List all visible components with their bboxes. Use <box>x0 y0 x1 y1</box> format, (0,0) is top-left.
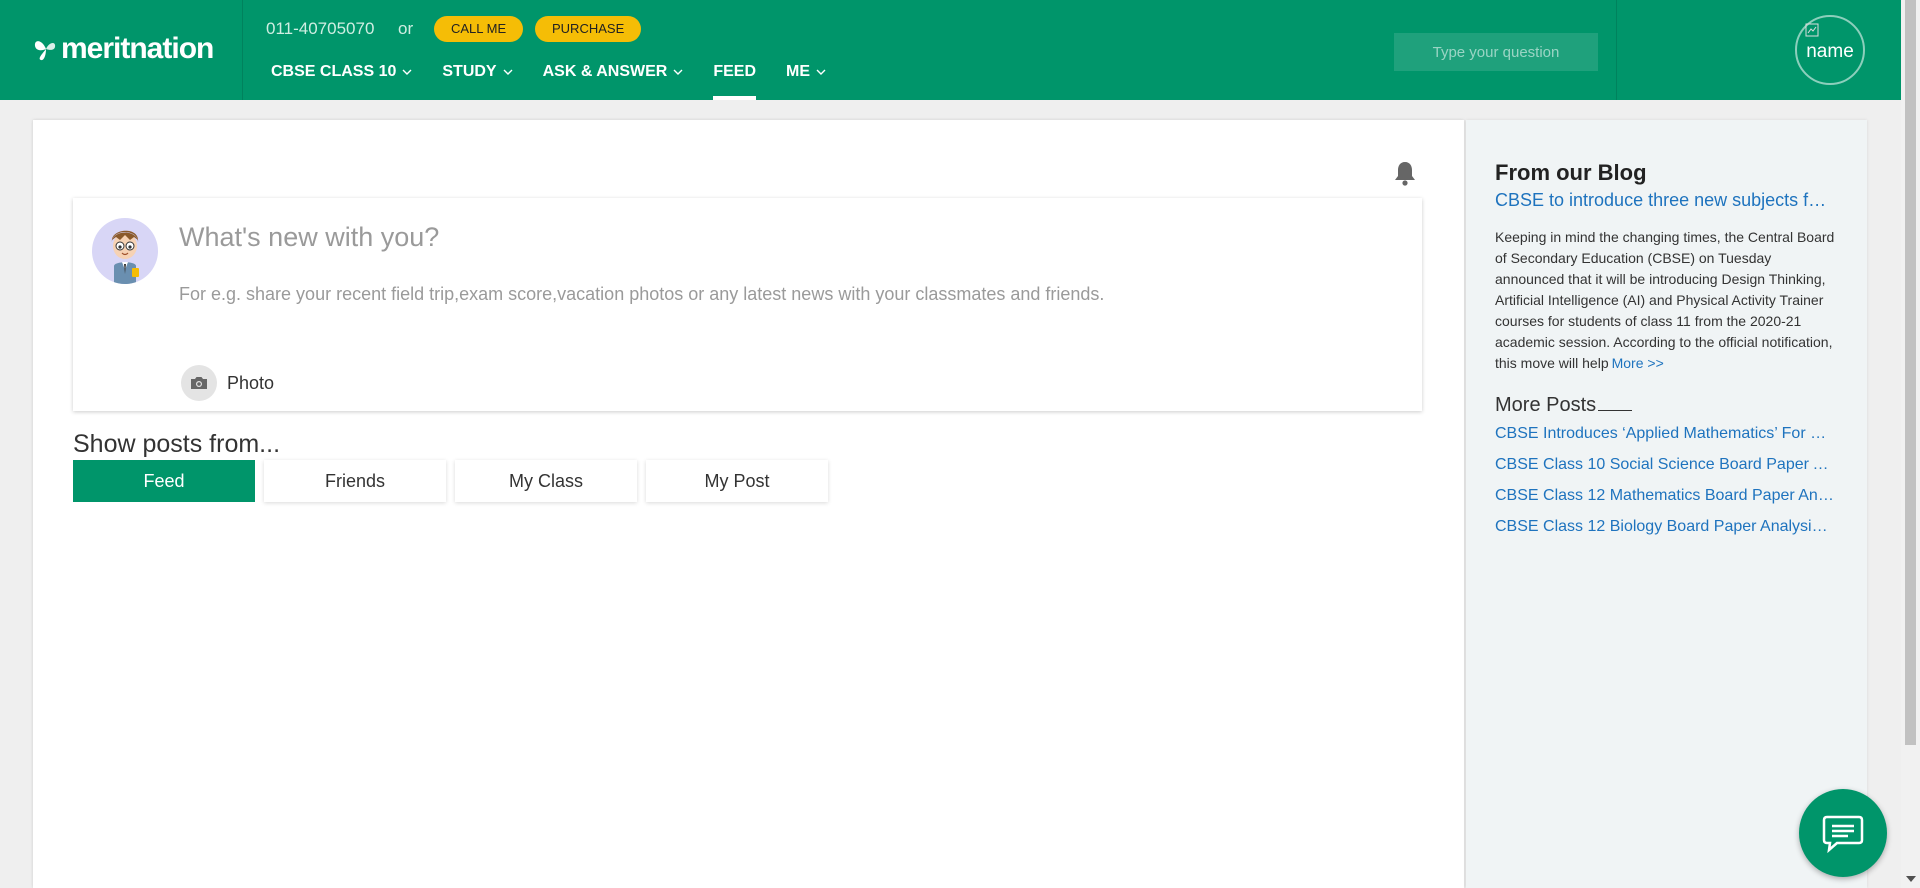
post-composer[interactable]: What's new with you? For e.g. share your… <box>73 198 1422 411</box>
composer-hint[interactable]: For e.g. share your recent field trip,ex… <box>179 284 1104 305</box>
chevron-down-icon <box>673 69 683 75</box>
feed-panel: What's new with you? For e.g. share your… <box>33 120 1464 888</box>
header-divider <box>1616 0 1617 100</box>
meritnation-logo[interactable]: meritnation <box>32 32 214 66</box>
student-avatar <box>92 218 158 284</box>
show-posts-heading: Show posts from... <box>73 430 281 458</box>
nav-label: FEED <box>713 63 757 80</box>
bell-icon[interactable] <box>1393 160 1417 186</box>
scrollbar-thumb[interactable] <box>1905 0 1916 745</box>
chevron-down-icon <box>816 69 826 75</box>
butterfly-icon <box>34 41 56 61</box>
nav-label: ME <box>786 63 811 80</box>
chevron-down-icon <box>503 69 513 75</box>
filter-my-class-button[interactable]: My Class <box>455 460 637 502</box>
scroll-down-arrow[interactable] <box>1906 876 1916 882</box>
filter-friends-button[interactable]: Friends <box>264 460 446 502</box>
blog-post-link[interactable]: CBSE to introduce three new subjects for… <box>1495 190 1835 211</box>
or-text: or <box>398 19 414 38</box>
nav-item-feed[interactable]: FEED <box>698 57 771 100</box>
heading-underline <box>1598 410 1633 411</box>
user-avatar[interactable]: name <box>1795 15 1865 85</box>
filter-feed-button[interactable]: Feed <box>73 460 255 502</box>
more-posts-title: More Posts <box>1495 394 1597 416</box>
search-input[interactable] <box>1394 33 1598 71</box>
more-post-link[interactable]: CBSE Class 12 Biology Board Paper Analys… <box>1495 516 1835 547</box>
photo-label: Photo <box>227 372 275 393</box>
nav-label: CBSE CLASS 10 <box>271 63 397 80</box>
call-me-button[interactable]: CALL ME <box>434 16 524 42</box>
camera-icon <box>191 377 207 389</box>
logo-text: meritnation <box>61 32 214 65</box>
composer-title[interactable]: What's new with you? <box>179 222 439 253</box>
nav-item-study[interactable]: STUDY <box>427 57 527 100</box>
nav-label: STUDY <box>442 63 497 80</box>
avatar-alt-text: name <box>1806 41 1854 62</box>
post-filter-tabs: Feed Friends My Class My Post <box>73 460 837 502</box>
blog-excerpt: Keeping in mind the changing times, the … <box>1495 227 1840 374</box>
filter-my-post-button[interactable]: My Post <box>646 460 828 502</box>
more-posts-heading: More Posts <box>1495 394 1633 417</box>
nav-item-ask-answer[interactable]: ASK & ANSWER <box>528 57 699 100</box>
phone-number: 011-40705070 <box>266 19 375 38</box>
nav-item-cbse-class-10[interactable]: CBSE CLASS 10 <box>256 57 427 100</box>
more-post-link[interactable]: CBSE Class 10 Social Science Board Paper… <box>1495 454 1835 485</box>
cartoon-boy-icon <box>111 230 139 284</box>
blog-section-title: From our Blog <box>1495 160 1647 185</box>
header-divider <box>242 0 243 100</box>
top-header: meritnation 011-40705070 or CALL ME PURC… <box>0 0 1901 100</box>
purchase-button[interactable]: PURCHASE <box>535 16 642 42</box>
more-post-link[interactable]: CBSE Class 12 Mathematics Board Paper An… <box>1495 485 1835 516</box>
blog-more-link[interactable]: More >> <box>1612 355 1664 371</box>
chat-button[interactable] <box>1799 789 1887 877</box>
nav-item-me[interactable]: ME <box>771 57 841 100</box>
chevron-down-icon <box>402 69 412 75</box>
blog-sidebar: From our Blog CBSE to introduce three ne… <box>1466 120 1867 888</box>
page-scrollbar[interactable] <box>1901 0 1920 888</box>
chat-icon <box>1822 815 1864 853</box>
photo-button-circle <box>181 365 217 401</box>
nav-label: ASK & ANSWER <box>542 63 668 80</box>
main-nav: CBSE CLASS 10 STUDY ASK & ANSWER FEED ME <box>256 57 841 100</box>
add-photo-button[interactable]: Photo <box>181 365 274 401</box>
more-posts-list: CBSE Introduces ‘Applied Mathematics’ Fo… <box>1495 423 1835 547</box>
more-post-link[interactable]: CBSE Introduces ‘Applied Mathematics’ Fo… <box>1495 423 1835 454</box>
blog-excerpt-text: Keeping in mind the changing times, the … <box>1495 229 1835 371</box>
broken-image-icon <box>1805 23 1819 37</box>
